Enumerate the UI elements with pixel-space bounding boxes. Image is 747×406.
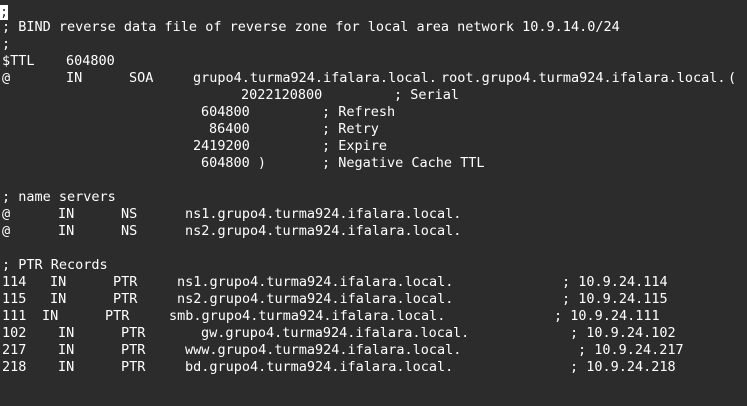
record-class: IN	[42, 308, 59, 324]
soa-retry-comment: ; Retry	[322, 121, 379, 137]
ttl-value: 604800	[66, 53, 115, 69]
editor-line: ; BIND reverse data file of reverse zone…	[0, 19, 747, 36]
ns-target: ns2.grupo4.turma924.ifalara.local.	[185, 223, 462, 239]
record-type: PTR	[113, 291, 138, 307]
record-type: PTR	[105, 308, 130, 324]
editor-line: ; PTR Records	[0, 257, 747, 274]
ttl-directive: $TTL	[2, 53, 35, 69]
record-class: IN	[58, 206, 75, 222]
record-class: IN	[58, 342, 75, 358]
record-type: SOA	[129, 70, 154, 86]
record-type: NS	[121, 223, 138, 239]
soa-retry-value: 86400	[209, 121, 250, 137]
ptr-record-line: 115 IN PTR ns2.grupo4.turma924.ifalara.l…	[0, 291, 747, 308]
ptr-record-line: 217 IN PTR www.grupo4.turma924.ifalara.l…	[0, 342, 747, 359]
ptr-octet: 111	[2, 308, 27, 324]
editor-line: ; name servers	[0, 189, 747, 206]
soa-refresh-line: 604800 ; Refresh	[0, 104, 747, 121]
record-class: IN	[66, 70, 83, 86]
editor-line: ; ;	[0, 2, 747, 20]
ptr-target: gw.grupo4.turma924.ifalara.local.	[201, 325, 470, 341]
soa-refresh-value: 604800	[201, 104, 250, 120]
ptr-record-line: 102 IN PTR gw.grupo4.turma924.ifalara.lo…	[0, 325, 747, 342]
soa-expire-value: 2419200	[193, 138, 250, 154]
ptr-target: ns1.grupo4.turma924.ifalara.local.	[177, 274, 454, 290]
ptr-records-comment: ; PTR Records	[2, 257, 108, 273]
editor-line: ;	[0, 36, 747, 53]
header-comment: ; BIND reverse data file of reverse zone…	[2, 19, 620, 35]
soa-expire-line: 2419200 ; Expire	[0, 138, 747, 155]
editor-empty-area	[0, 384, 747, 406]
record-class: IN	[50, 274, 67, 290]
ptr-record-line: 218 IN PTR bd.grupo4.turma924.ifalara.lo…	[0, 359, 747, 376]
ptr-record-line: 114 IN PTR ns1.grupo4.turma924.ifalara.l…	[0, 274, 747, 291]
comment-marker: ;	[2, 36, 11, 52]
ptr-octet: 115	[2, 291, 27, 307]
ptr-octet: 218	[2, 359, 27, 375]
soa-negative-ttl-value: 604800 )	[201, 155, 267, 171]
record-class: IN	[58, 223, 75, 239]
ptr-octet: 102	[2, 325, 27, 341]
soa-open-paren: (	[728, 70, 737, 86]
record-owner: @	[2, 223, 11, 239]
soa-serial-value: 2022120800	[241, 87, 323, 103]
ptr-target: ns2.grupo4.turma924.ifalara.local.	[177, 291, 454, 307]
ptr-ip-comment: ; 10.9.24.115	[562, 291, 668, 307]
ptr-record-line: 111 IN PTR smb.grupo4.turma924.ifalara.l…	[0, 308, 747, 325]
soa-record-line: @ IN SOA grupo4.turma924.ifalara.local. …	[0, 70, 747, 87]
name-servers-comment: ; name servers	[2, 189, 116, 205]
ptr-octet: 114	[2, 274, 27, 290]
ptr-ip-comment: ; 10.9.24.102	[570, 325, 676, 341]
editor-line: $TTL 604800	[0, 53, 747, 70]
soa-expire-comment: ; Expire	[322, 138, 388, 154]
record-class: IN	[58, 325, 75, 341]
ns-record-line: @ IN NS ns1.grupo4.turma924.ifalara.loca…	[0, 206, 747, 223]
ptr-ip-comment: ; 10.9.24.218	[570, 359, 676, 375]
ptr-ip-comment: ; 10.9.24.111	[554, 308, 660, 324]
record-type: PTR	[113, 274, 138, 290]
ptr-target: bd.grupo4.turma924.ifalara.local.	[185, 359, 454, 375]
soa-serial-line: 2022120800 ; Serial	[0, 87, 747, 104]
soa-admin-email: root.grupo4.turma924.ifalara.local.	[441, 70, 726, 86]
soa-refresh-comment: ; Refresh	[322, 104, 396, 120]
record-owner: @	[2, 206, 11, 222]
soa-primary-ns: grupo4.turma924.ifalara.local.	[193, 70, 437, 86]
terminal-editor[interactable]: ; ; ; BIND reverse data file of reverse …	[0, 0, 747, 406]
soa-negative-ttl-comment: ; Negative Cache TTL	[322, 155, 485, 171]
soa-retry-line: 86400 ; Retry	[0, 121, 747, 138]
ptr-target: www.grupo4.turma924.ifalara.local.	[185, 342, 462, 358]
record-class: IN	[58, 359, 75, 375]
ptr-octet: 217	[2, 342, 27, 358]
soa-serial-comment: ; Serial	[394, 87, 460, 103]
ptr-ip-comment: ; 10.9.24.114	[562, 274, 668, 290]
ns-record-line: @ IN NS ns2.grupo4.turma924.ifalara.loca…	[0, 223, 747, 240]
record-type: PTR	[121, 325, 146, 341]
record-owner: @	[2, 70, 11, 86]
text-cursor: ;	[0, 4, 9, 20]
soa-negative-ttl-line: 604800 ) ; Negative Cache TTL	[0, 155, 747, 172]
ptr-target: smb.grupo4.turma924.ifalara.local.	[169, 308, 446, 324]
ns-target: ns1.grupo4.turma924.ifalara.local.	[185, 206, 462, 222]
record-class: IN	[50, 291, 67, 307]
record-type: PTR	[121, 359, 146, 375]
ptr-ip-comment: ; 10.9.24.217	[578, 342, 684, 358]
record-type: PTR	[121, 342, 146, 358]
record-type: NS	[121, 206, 138, 222]
